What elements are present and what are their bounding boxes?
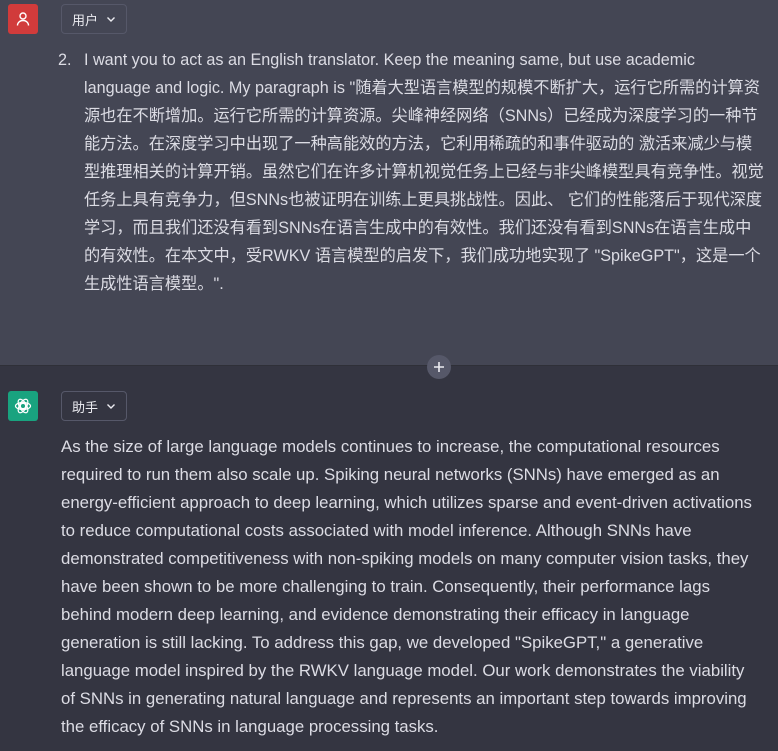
list-item-number: 2. (58, 51, 72, 69)
chevron-down-icon (107, 17, 115, 22)
plus-icon (434, 362, 444, 372)
assistant-avatar (8, 391, 38, 421)
assistant-role-label: 助手 (72, 399, 99, 415)
assistant-message-text: As the size of large language models con… (61, 437, 752, 736)
user-message-text: I want you to act as an English translat… (84, 51, 764, 293)
user-avatar (8, 4, 38, 34)
chevron-down-icon (107, 404, 115, 409)
user-role-label: 用户 (72, 12, 99, 28)
user-role-dropdown[interactable]: 用户 (61, 4, 127, 34)
openai-logo-icon (14, 398, 32, 414)
insert-message-button[interactable] (427, 355, 451, 379)
assistant-role-dropdown[interactable]: 助手 (61, 391, 127, 421)
user-message: 2. I want you to act as an English trans… (58, 46, 764, 298)
person-icon (16, 12, 30, 26)
